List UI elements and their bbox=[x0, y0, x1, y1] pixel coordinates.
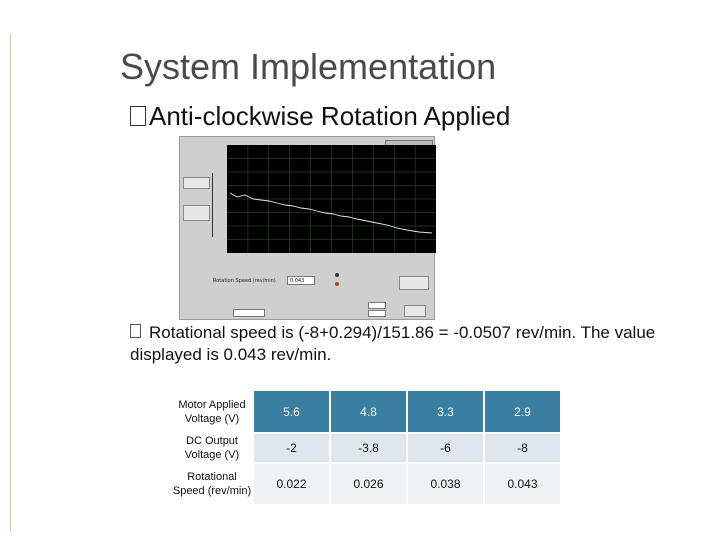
table-cell: 2.9 bbox=[483, 389, 562, 434]
table-cell: 0.026 bbox=[329, 462, 408, 506]
speed-plot bbox=[227, 145, 436, 253]
screenshot-small-field-2 bbox=[368, 302, 386, 309]
table-cell: 4.8 bbox=[329, 389, 408, 434]
table-cell: 5.6 bbox=[252, 389, 331, 434]
table-cell: -6 bbox=[406, 432, 485, 464]
plot-y-axis-ticks bbox=[220, 145, 227, 255]
labview-screenshot: Rotation Speed (rev/min) 0.043 bbox=[179, 136, 436, 320]
table-row: Rotational Speed (rev/min) 0.022 0.026 0… bbox=[170, 462, 562, 506]
bullet-box-icon bbox=[130, 324, 141, 338]
slide: System Implementation Anti-clockwise Rot… bbox=[0, 0, 720, 540]
subtitle-text: Anti-clockwise Rotation Applied bbox=[149, 101, 511, 131]
row-header: Motor Applied Voltage (V) bbox=[170, 389, 254, 434]
screenshot-control-button bbox=[399, 276, 429, 290]
screenshot-quit-button bbox=[404, 305, 426, 317]
direction-button-a bbox=[183, 177, 210, 189]
table-cell: 0.043 bbox=[483, 462, 562, 506]
bullet-point: Rotational speed is (-8+0.294)/151.86 = … bbox=[130, 322, 705, 366]
row-header: DC Output Voltage (V) bbox=[170, 432, 254, 464]
slide-left-rule bbox=[10, 34, 11, 532]
slide-title: System Implementation bbox=[120, 46, 497, 87]
bullet-text: Rotational speed is (-8+0.294)/151.86 = … bbox=[130, 323, 656, 364]
table-row: DC Output Voltage (V) -2 -3.8 -6 -8 bbox=[170, 432, 562, 464]
plot-x-axis-ticks bbox=[227, 253, 436, 265]
indicator-led-red bbox=[335, 282, 339, 286]
indicator-led-dark bbox=[335, 273, 339, 277]
bullet-glyph-icon bbox=[130, 106, 146, 126]
table-cell: -8 bbox=[483, 432, 562, 464]
screenshot-small-field-3 bbox=[368, 310, 386, 317]
table-cell: 0.038 bbox=[406, 462, 485, 506]
speed-readout-label: Rotation Speed (rev/min) bbox=[213, 278, 276, 284]
table-cell: 0.022 bbox=[252, 462, 331, 506]
speed-readout-value: 0.043 bbox=[287, 276, 315, 285]
slide-subtitle: Anti-clockwise Rotation Applied bbox=[130, 101, 510, 132]
row-header: Rotational Speed (rev/min) bbox=[170, 462, 254, 506]
screenshot-small-field bbox=[233, 309, 265, 317]
direction-button-b bbox=[183, 205, 210, 221]
table-cell: -3.8 bbox=[329, 432, 408, 464]
table-cell: -2 bbox=[252, 432, 331, 464]
data-table: Motor Applied Voltage (V) 5.6 4.8 3.3 2.… bbox=[170, 389, 562, 506]
table-cell: 3.3 bbox=[406, 389, 485, 434]
table-row: Motor Applied Voltage (V) 5.6 4.8 3.3 2.… bbox=[170, 389, 562, 434]
direction-arrow-line bbox=[212, 173, 213, 237]
